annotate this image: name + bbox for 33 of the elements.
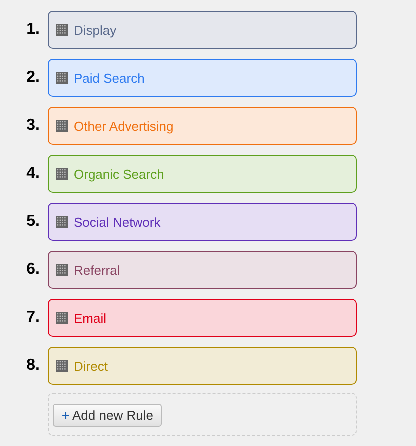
rule-number: 6.: [26, 261, 40, 279]
rule-label: Organic Search: [74, 166, 164, 182]
grip-icon[interactable]: [56, 312, 68, 324]
rule-label: Email: [74, 310, 107, 326]
rule-number: 3.: [26, 117, 40, 135]
rule-number: 1.: [26, 21, 40, 39]
rule-label: Direct: [74, 358, 108, 374]
grip-icon[interactable]: [56, 24, 68, 36]
rule-number: 4.: [26, 165, 40, 183]
grip-icon[interactable]: [56, 360, 68, 372]
grip-icon[interactable]: [56, 216, 68, 228]
rule-item[interactable]: Display: [48, 11, 357, 49]
rule-item[interactable]: Referral: [48, 251, 357, 289]
rule-item[interactable]: Email: [48, 299, 357, 337]
grip-icon[interactable]: [56, 264, 68, 276]
grip-icon[interactable]: [56, 120, 68, 132]
rule-label: Display: [74, 22, 117, 38]
grip-icon[interactable]: [56, 168, 68, 180]
rule-label: Paid Search: [74, 70, 145, 86]
rule-item[interactable]: Social Network: [48, 203, 357, 241]
rule-number: 5.: [26, 213, 40, 231]
rule-label: Other Advertising: [74, 118, 174, 134]
rule-number: 8.: [26, 357, 40, 375]
rule-item[interactable]: Paid Search: [48, 59, 357, 97]
rule-item[interactable]: Other Advertising: [48, 107, 357, 145]
rule-label: Referral: [74, 262, 120, 278]
rule-label: Social Network: [74, 214, 161, 230]
rule-item[interactable]: Direct: [48, 347, 357, 385]
rule-item[interactable]: Organic Search: [48, 155, 357, 193]
grip-icon[interactable]: [56, 72, 68, 84]
rule-number: 7.: [26, 309, 40, 327]
add-rule-button[interactable]: + Add new Rule: [53, 404, 162, 427]
rule-number: 2.: [26, 69, 40, 87]
